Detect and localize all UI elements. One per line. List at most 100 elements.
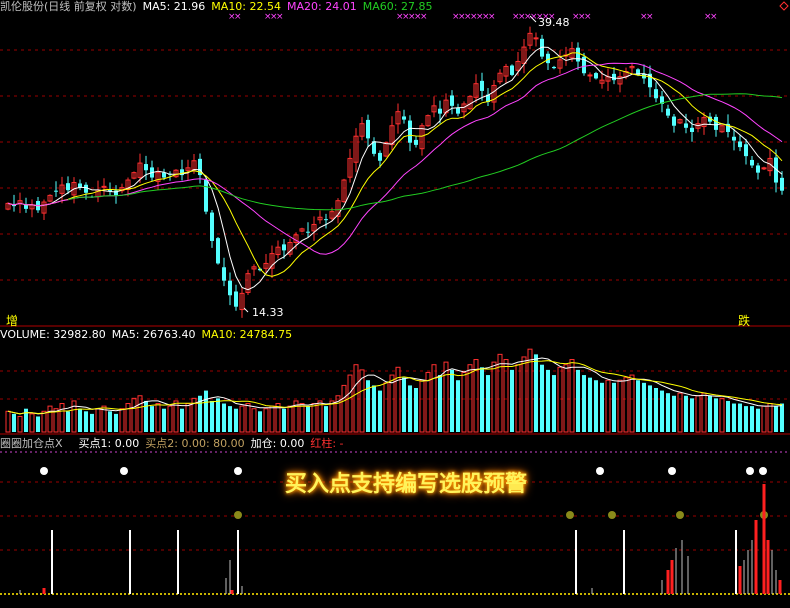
ma-line-ma20 (7, 62, 783, 255)
volume-bar (756, 408, 760, 432)
volume-bar (59, 403, 65, 433)
volume-bar (389, 374, 395, 433)
candle-body (204, 179, 208, 212)
volume-bar (408, 385, 412, 432)
volume-bar (258, 411, 262, 432)
candle-body (714, 116, 718, 130)
add-position-label: 加仓: 0.00 (250, 437, 305, 450)
volume-bar (95, 408, 101, 433)
volume-bar (167, 405, 173, 433)
candle-body (282, 244, 286, 251)
volume-bar (761, 405, 767, 433)
volume-bar (317, 400, 323, 433)
volume-bar (714, 398, 718, 432)
volume-bar (654, 388, 658, 432)
volume-bar (131, 397, 137, 433)
add-position-dot (676, 511, 684, 519)
volume-bar (738, 403, 742, 432)
signal-marker: × (488, 12, 496, 22)
add-position-dot (566, 511, 574, 519)
volume-bar (431, 364, 437, 433)
corner-label-right: 跌 (738, 314, 751, 328)
volume-bar (617, 379, 623, 433)
volume-bar (29, 413, 35, 433)
candle-body (234, 291, 238, 307)
volume-bar (263, 408, 269, 433)
volume-bar (582, 375, 586, 432)
volume-bar (402, 377, 406, 432)
volume-bar (576, 369, 580, 432)
candle-body (228, 280, 232, 296)
candle-body (738, 141, 742, 148)
volume-bar (324, 406, 328, 432)
volume-bar (467, 364, 473, 433)
red-bar-label: 红柱: - (310, 437, 344, 450)
high-price-annotation: 39.48 (538, 16, 570, 29)
volume-bar (588, 377, 592, 432)
ma-line-ma10 (7, 52, 783, 277)
volume-bar (780, 403, 784, 432)
candle-body (162, 172, 166, 178)
volume-bar (767, 403, 773, 433)
candle-body (750, 159, 754, 166)
volume-bar (515, 364, 521, 433)
volume-bar (552, 375, 556, 432)
volume-bar (299, 403, 305, 433)
volume-bar (66, 411, 70, 432)
indicator-name: 圈圈加仓点X (0, 437, 63, 450)
volume-bar (150, 406, 154, 432)
candle-body (744, 144, 748, 157)
volume-bar (329, 400, 335, 433)
volume-bar (695, 395, 701, 433)
volume-bar (450, 369, 454, 432)
candle-body (54, 190, 58, 192)
volume-bar (557, 366, 563, 433)
volume-bar (245, 403, 251, 433)
volume-bar (222, 403, 226, 432)
volume-bar (180, 408, 184, 432)
volume-bar (636, 380, 640, 432)
volume-bar (210, 400, 214, 432)
volume-bar (239, 405, 245, 433)
volume-bar (162, 408, 166, 432)
candle-body (438, 108, 442, 114)
candle-body (144, 164, 148, 171)
candle-body (546, 53, 550, 64)
candle-body (450, 95, 454, 106)
candle-body (101, 185, 107, 188)
candle-body (654, 89, 658, 99)
volume-bar (510, 369, 514, 432)
indicator-value-label: : 80.00 (205, 437, 245, 450)
volume-bar (480, 367, 484, 432)
candle-body (690, 127, 694, 132)
volume-bar (185, 403, 191, 433)
volume-bar (594, 380, 598, 432)
ma-line-ma60 (67, 93, 783, 211)
candle-body (456, 107, 460, 114)
volume-bar (341, 384, 347, 433)
volume-bar (137, 395, 143, 433)
signal-marker: × (710, 12, 718, 22)
volume-bar (623, 377, 629, 433)
volume-bar (491, 361, 497, 433)
candle-body (533, 37, 539, 40)
volume-bar (125, 403, 131, 433)
candle-body (672, 116, 676, 126)
volume-bar (251, 408, 257, 433)
candle-body (306, 231, 310, 233)
low-price-annotation: 14.33 (252, 306, 284, 319)
candle-body (756, 165, 760, 173)
buy-point-1-label: 买点1: 0.00 (78, 437, 140, 450)
volume-bar (461, 371, 467, 433)
volume-bar (216, 398, 220, 432)
volume-bar (353, 364, 359, 433)
volume-bar (540, 364, 544, 432)
volume-bar (306, 406, 310, 432)
volume-bar (84, 411, 88, 432)
chart-svg[interactable]: ×× ××× ××××× ××××××× ××××××× ××× ×× ×× (0, 0, 790, 604)
volume-bar (114, 413, 118, 432)
volume-ma-line-ma5 (7, 357, 783, 415)
candle-body (666, 108, 670, 116)
volume-bar (750, 406, 754, 432)
volume-bar (155, 403, 161, 433)
